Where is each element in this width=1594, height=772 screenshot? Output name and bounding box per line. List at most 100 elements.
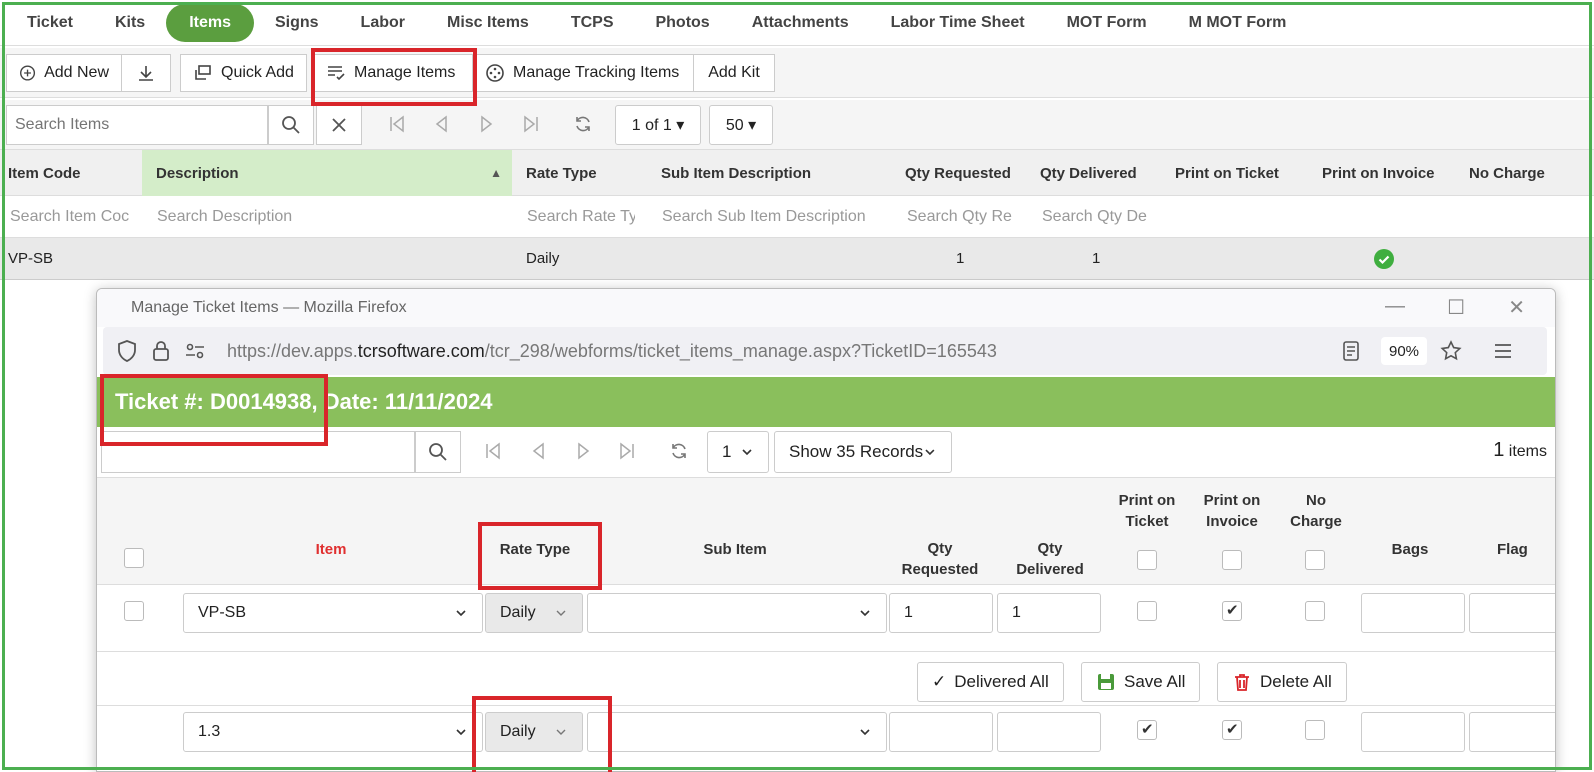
lock-icon[interactable] bbox=[149, 339, 173, 363]
bags-input[interactable] bbox=[1361, 712, 1465, 752]
col-qty-requested[interactable]: Qty Requested bbox=[897, 538, 983, 580]
filter-item-code[interactable]: Search Item Coc bbox=[10, 208, 130, 226]
tab-photos[interactable]: Photos bbox=[634, 4, 730, 42]
col-qty-requested[interactable]: Qty Requested bbox=[905, 150, 1011, 196]
last-page-icon[interactable] bbox=[521, 114, 541, 134]
col-rate-type[interactable]: Rate Type bbox=[487, 539, 583, 560]
save-all-button[interactable]: Save All bbox=[1081, 662, 1201, 702]
next-page-icon[interactable] bbox=[573, 441, 593, 461]
col-print-on-ticket[interactable]: Print on Ticket bbox=[1175, 150, 1279, 196]
records-per-page-select[interactable]: Show 35 Records bbox=[774, 431, 952, 473]
download-button[interactable] bbox=[121, 54, 171, 92]
tab-tcps[interactable]: TCPS bbox=[550, 4, 635, 42]
manage-items-button[interactable]: Manage Items bbox=[313, 54, 473, 92]
item-select[interactable]: 1.3 bbox=[183, 712, 483, 752]
col-flag[interactable]: Flag bbox=[1497, 539, 1547, 560]
tab-mot-form[interactable]: MOT Form bbox=[1046, 4, 1168, 42]
qty-requested-input[interactable] bbox=[889, 712, 993, 752]
filter-sub-item-description[interactable]: Search Sub Item Description bbox=[662, 208, 866, 226]
tab-items[interactable]: Items bbox=[166, 3, 254, 42]
col-qty-delivered[interactable]: Qty Delivered bbox=[1007, 538, 1093, 580]
minimize-icon[interactable]: — bbox=[1385, 295, 1405, 318]
manage-tracking-items-button[interactable]: Manage Tracking Items bbox=[472, 54, 694, 92]
permissions-icon[interactable] bbox=[183, 339, 207, 363]
tab-m-mot-form[interactable]: M MOT Form bbox=[1168, 4, 1308, 42]
tab-labor-time-sheet[interactable]: Labor Time Sheet bbox=[870, 4, 1046, 42]
col-sub-item[interactable]: Sub Item bbox=[697, 539, 773, 560]
zoom-level[interactable]: 90% bbox=[1381, 337, 1427, 365]
last-page-icon[interactable] bbox=[617, 441, 637, 461]
popup-page-select[interactable]: 1 bbox=[707, 431, 769, 473]
print-invoice-checkbox[interactable] bbox=[1222, 720, 1242, 740]
prev-page-icon[interactable] bbox=[529, 441, 549, 461]
popup-search-button[interactable] bbox=[415, 431, 461, 473]
item-select[interactable]: VP-SB bbox=[183, 593, 483, 633]
col-bags[interactable]: Bags bbox=[1383, 539, 1437, 560]
col-print-on-invoice[interactable]: Print on Invoice bbox=[1322, 150, 1435, 196]
rate-type-select[interactable]: Daily bbox=[485, 712, 583, 752]
maximize-icon[interactable]: ☐ bbox=[1447, 295, 1465, 320]
print-ticket-checkbox[interactable] bbox=[1137, 720, 1157, 740]
print-ticket-all-checkbox[interactable] bbox=[1137, 550, 1157, 570]
prev-page-icon[interactable] bbox=[432, 114, 452, 134]
select-all-checkbox[interactable] bbox=[124, 548, 144, 568]
first-page-icon[interactable] bbox=[387, 114, 407, 134]
tab-signs[interactable]: Signs bbox=[254, 4, 340, 42]
refresh-icon[interactable] bbox=[669, 441, 689, 461]
clear-search-button[interactable] bbox=[316, 105, 362, 145]
no-charge-checkbox[interactable] bbox=[1305, 601, 1325, 621]
menu-icon[interactable] bbox=[1491, 339, 1515, 363]
tab-ticket[interactable]: Ticket bbox=[6, 4, 94, 42]
filter-rate-type[interactable]: Search Rate Ty bbox=[527, 208, 635, 226]
no-charge-checkbox[interactable] bbox=[1305, 720, 1325, 740]
col-item[interactable]: Item bbox=[301, 539, 361, 560]
flag-input[interactable] bbox=[1469, 712, 1555, 752]
col-qty-delivered[interactable]: Qty Delivered bbox=[1040, 150, 1137, 196]
qty-delivered-input[interactable] bbox=[997, 712, 1101, 752]
delete-all-button[interactable]: Delete All bbox=[1217, 662, 1347, 702]
reader-view-icon[interactable] bbox=[1339, 339, 1363, 363]
col-no-charge[interactable]: No Charge bbox=[1469, 150, 1545, 196]
sub-item-select[interactable] bbox=[587, 593, 887, 633]
col-item-code[interactable]: Item Code bbox=[8, 150, 142, 196]
popup-search-input[interactable] bbox=[101, 431, 415, 473]
filter-description[interactable]: Search Description bbox=[157, 208, 292, 226]
delivered-all-button[interactable]: ✓ Delivered All bbox=[917, 662, 1064, 702]
col-description[interactable]: Description ▲ bbox=[142, 150, 512, 196]
col-print-on-ticket[interactable]: Print on Ticket bbox=[1115, 490, 1179, 532]
col-no-charge[interactable]: No Charge bbox=[1283, 490, 1349, 532]
tab-misc-items[interactable]: Misc Items bbox=[426, 4, 550, 42]
add-new-button[interactable]: Add New bbox=[6, 54, 122, 92]
page-size-dropdown[interactable]: 50 ▾ bbox=[709, 105, 773, 145]
table-row[interactable]: VP-SB Daily 1 1 bbox=[0, 238, 1594, 280]
print-invoice-checkbox[interactable] bbox=[1222, 601, 1242, 621]
close-window-icon[interactable]: ✕ bbox=[1508, 295, 1525, 320]
print-ticket-checkbox[interactable] bbox=[1137, 601, 1157, 621]
no-charge-all-checkbox[interactable] bbox=[1305, 550, 1325, 570]
row-select-checkbox[interactable] bbox=[124, 601, 144, 621]
first-page-icon[interactable] bbox=[483, 441, 503, 461]
star-icon[interactable] bbox=[1439, 339, 1463, 363]
search-button[interactable] bbox=[268, 105, 314, 145]
tab-attachments[interactable]: Attachments bbox=[731, 4, 870, 42]
quick-add-button[interactable]: Quick Add bbox=[180, 54, 307, 92]
col-rate-type[interactable]: Rate Type bbox=[526, 150, 597, 196]
rate-type-select[interactable]: Daily bbox=[485, 593, 583, 633]
flag-input[interactable] bbox=[1469, 593, 1555, 633]
refresh-icon[interactable] bbox=[573, 114, 593, 134]
bags-input[interactable] bbox=[1361, 593, 1465, 633]
col-print-on-invoice[interactable]: Print on Invoice bbox=[1197, 490, 1267, 532]
tab-kits[interactable]: Kits bbox=[94, 4, 166, 42]
print-invoice-all-checkbox[interactable] bbox=[1222, 550, 1242, 570]
url-bar[interactable]: https://dev.apps.tcrsoftware.com/tcr_298… bbox=[103, 327, 1547, 375]
next-page-icon[interactable] bbox=[476, 114, 496, 134]
url-text[interactable]: https://dev.apps.tcrsoftware.com/tcr_298… bbox=[227, 341, 997, 362]
col-sub-item-description[interactable]: Sub Item Description bbox=[661, 150, 811, 196]
qty-requested-input[interactable]: 1 bbox=[889, 593, 993, 633]
filter-qty-delivered[interactable]: Search Qty De bbox=[1042, 208, 1150, 226]
qty-delivered-input[interactable]: 1 bbox=[997, 593, 1101, 633]
add-kit-button[interactable]: Add Kit bbox=[693, 54, 775, 92]
shield-icon[interactable] bbox=[115, 339, 139, 363]
search-items-input[interactable] bbox=[6, 105, 268, 145]
filter-qty-requested[interactable]: Search Qty Re bbox=[907, 208, 1015, 226]
